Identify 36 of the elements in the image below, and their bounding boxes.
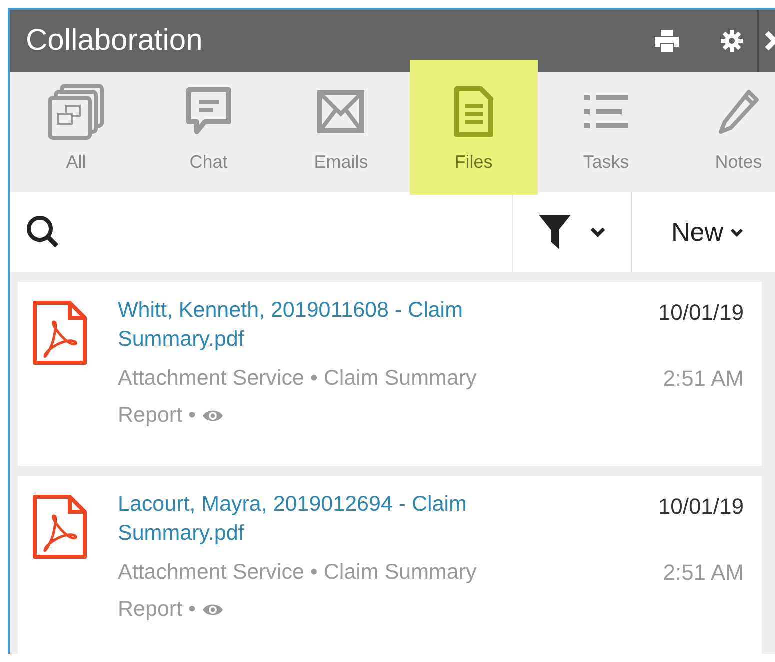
file-date: 10/01/19 [658,299,744,327]
file-meta: Attachment Service • Claim Summary [118,559,477,586]
file-link[interactable]: Whitt, Kenneth, 2019011608 - Claim Summary.pdf [118,296,538,354]
tab[interactable]: All [10,72,142,192]
file-meta: Report • [118,402,196,429]
file-time: 2:51 AM [663,560,744,586]
tab[interactable]: Emails [275,72,408,192]
stacked-chat-windows-icon [48,84,104,140]
list-icon [582,94,630,130]
close-icon[interactable] [765,31,775,51]
pdf-file-icon [32,494,88,560]
tab[interactable]: Tasks [540,72,672,192]
pdf-file-icon [32,300,88,366]
filter-button[interactable] [512,192,632,272]
file-date: 10/01/19 [658,493,744,521]
window-title: Collaboration [26,24,204,58]
eye-icon[interactable] [202,602,224,616]
print-icon[interactable] [655,30,679,52]
settings-icon[interactable] [721,30,743,52]
file-card[interactable]: Whitt, Kenneth, 2019011608 - Claim Summary.pdf Attachment Service • Claim Summary Report • 10/01/19 2:51 AM [18,282,762,466]
file-card[interactable]: Lacourt, Mayra, 2019012694 - Claim Summary.pdf Attachment Service • Claim Summary Report • 10/01/19 2:51 AM [18,476,762,654]
file-meta: Report • [118,596,196,623]
pencil-icon [716,88,761,136]
tab[interactable]: Files [410,60,538,195]
filter-icon [538,214,572,250]
file-meta: Attachment Service • Claim Summary [118,365,477,392]
tab[interactable]: Notes [672,72,775,192]
file-time: 2:51 AM [663,366,744,392]
search-icon [26,215,60,249]
envelope-icon [317,90,366,134]
chevron-down-icon [730,228,744,236]
tab[interactable]: Chat [142,72,275,192]
file-link[interactable]: Lacourt, Mayra, 2019012694 - Claim Summary.pdf [118,490,538,548]
eye-icon[interactable] [202,408,224,422]
document-icon [454,86,494,138]
chevron-down-icon [590,227,606,237]
